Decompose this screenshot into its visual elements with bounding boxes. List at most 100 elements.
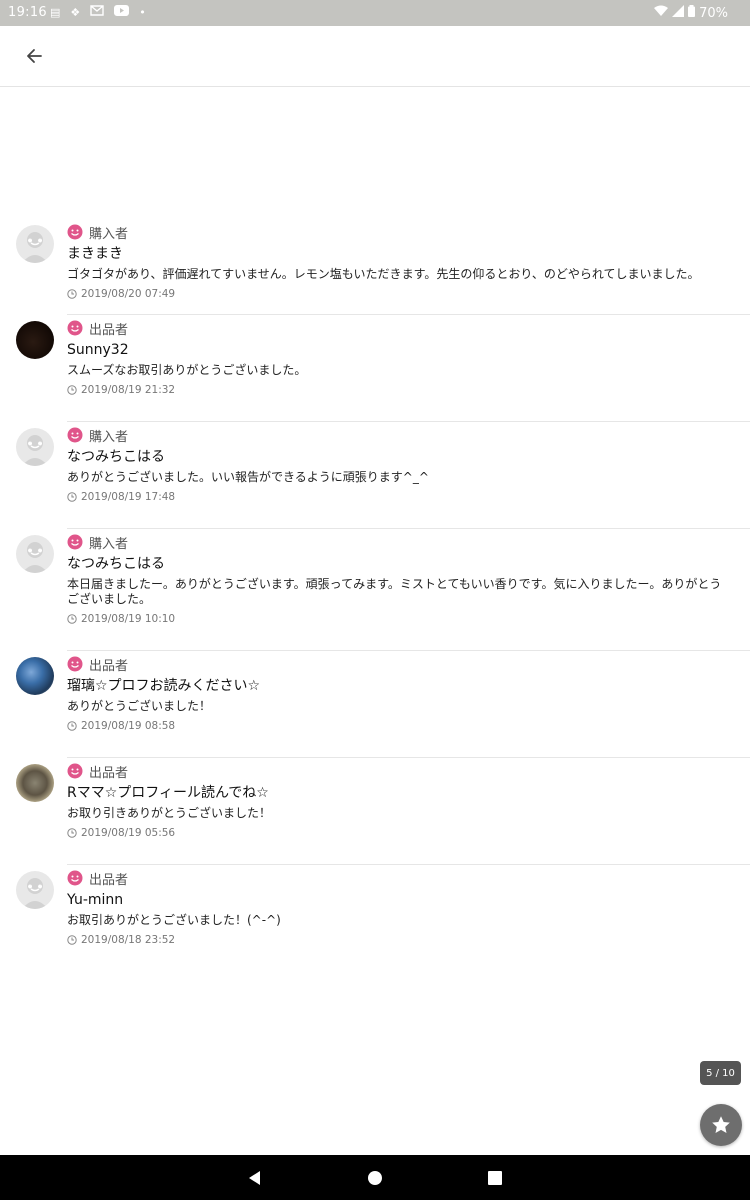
app-bar <box>0 26 750 87</box>
review-content: 購入者 なつみちこはる ありがとうございました。いい報告ができるように頑張ります… <box>67 422 750 503</box>
smiley-icon <box>67 320 83 336</box>
role-label: 出品者 <box>89 765 129 781</box>
review-content: 出品者 Sunny32 スムーズなお取引ありがとうございました。 2019/08… <box>67 315 750 396</box>
role-row: 購入者 <box>67 426 750 445</box>
wifi-icon <box>654 5 669 21</box>
arrow-left-icon <box>27 49 42 63</box>
review-date-row: 2019/08/18 23:52 <box>67 934 750 946</box>
review-message: お取り引きありがとうございました！ <box>67 806 272 820</box>
smiley-icon <box>67 427 83 443</box>
reviewer-name[interactable]: なつみちこはる <box>67 448 750 466</box>
role-label: 購入者 <box>89 429 129 445</box>
review-item: 出品者 Rママ☆プロフィール読んでね☆ お取り引きありがとうございました！ 20… <box>0 758 750 865</box>
reviewer-name[interactable]: 瑠璃☆プロフお読みください☆ <box>67 677 750 695</box>
nav-recents-button[interactable] <box>484 1167 506 1189</box>
dropbox-icon: ❖ <box>70 5 81 19</box>
role-row: 出品者 <box>67 762 750 781</box>
status-time: 19:16 <box>8 5 47 20</box>
clock-icon <box>67 492 77 502</box>
review-date-row: 2019/08/19 21:32 <box>67 384 750 396</box>
notification-icons: ▤ ❖ • <box>50 5 146 20</box>
status-bar: 19:16 ▤ ❖ • 70% <box>0 0 750 26</box>
sim-icon: ▤ <box>50 5 61 19</box>
clock-icon <box>67 614 77 624</box>
review-message: 本日届きましたー。ありがとうございます。頑張ってみます。ミストとてもいい香りです… <box>67 577 722 606</box>
signal-icon <box>672 5 685 21</box>
review-date: 2019/08/19 08:58 <box>81 720 176 732</box>
avatar[interactable] <box>16 428 54 466</box>
dot-icon: • <box>139 5 146 19</box>
mail-icon <box>90 5 104 20</box>
square-recents-icon <box>488 1171 502 1185</box>
smiley-icon <box>67 534 83 550</box>
avatar[interactable] <box>16 535 54 573</box>
review-content: 出品者 Rママ☆プロフィール読んでね☆ お取り引きありがとうございました！ 20… <box>67 758 750 839</box>
navigation-bar <box>0 1155 750 1200</box>
review-date-row: 2019/08/20 07:49 <box>67 288 750 300</box>
role-label: 購入者 <box>89 226 129 242</box>
smiley-icon <box>67 656 83 672</box>
review-content: 出品者 瑠璃☆プロフお読みください☆ ありがとうございました！ 2019/08/… <box>67 651 750 732</box>
role-row: 出品者 <box>67 319 750 338</box>
review-date-row: 2019/08/19 10:10 <box>67 613 750 625</box>
clock-icon <box>67 289 77 299</box>
avatar[interactable] <box>16 657 54 695</box>
triangle-back-icon <box>249 1171 260 1185</box>
nav-back-button[interactable] <box>244 1167 266 1189</box>
review-content: 出品者 Yu-minn お取引ありがとうございました！(^-^) 2019/08… <box>67 865 750 946</box>
status-right: 70% <box>654 5 728 21</box>
review-item: 出品者 瑠璃☆プロフお読みください☆ ありがとうございました！ 2019/08/… <box>0 651 750 758</box>
review-date-row: 2019/08/19 08:58 <box>67 720 750 732</box>
favorite-button[interactable] <box>700 1104 742 1146</box>
back-button[interactable] <box>20 42 48 70</box>
youtube-icon <box>114 5 130 20</box>
role-label: 出品者 <box>89 658 129 674</box>
review-item: 出品者 Yu-minn お取引ありがとうございました！(^-^) 2019/08… <box>0 865 750 972</box>
review-item: 購入者 まきまき ゴタゴタがあり、評価遅れてすいません。レモン塩もいただきます。… <box>0 219 750 315</box>
clock-icon <box>67 385 77 395</box>
review-content: 購入者 なつみちこはる 本日届きましたー。ありがとうございます。頑張ってみます。… <box>67 529 750 625</box>
reviewer-name[interactable]: なつみちこはる <box>67 555 750 573</box>
role-row: 購入者 <box>67 223 750 242</box>
avatar[interactable] <box>16 764 54 802</box>
nav-home-button[interactable] <box>364 1167 386 1189</box>
review-message: ゴタゴタがあり、評価遅れてすいません。レモン塩もいただきます。先生の仰るとおり、… <box>67 267 700 281</box>
role-row: 出品者 <box>67 869 750 888</box>
review-message: お取引ありがとうございました！(^-^) <box>67 913 281 927</box>
reviewer-name[interactable]: Yu-minn <box>67 891 750 909</box>
review-item: 購入者 なつみちこはる 本日届きましたー。ありがとうございます。頑張ってみます。… <box>0 529 750 651</box>
review-item: 購入者 なつみちこはる ありがとうございました。いい報告ができるように頑張ります… <box>0 422 750 529</box>
reviewer-name[interactable]: まきまき <box>67 245 750 263</box>
review-message: ありがとうございました！ <box>67 699 212 713</box>
smiley-icon <box>67 224 83 240</box>
review-date: 2019/08/19 17:48 <box>81 491 176 503</box>
battery-level: 70% <box>699 5 728 21</box>
clock-icon <box>67 828 77 838</box>
role-row: 購入者 <box>67 533 750 552</box>
role-label: 購入者 <box>89 536 129 552</box>
circle-home-icon <box>368 1171 382 1185</box>
smiley-icon <box>67 870 83 886</box>
review-date: 2019/08/20 07:49 <box>81 288 176 300</box>
role-label: 出品者 <box>89 872 129 888</box>
review-date-row: 2019/08/19 17:48 <box>67 491 750 503</box>
avatar[interactable] <box>16 225 54 263</box>
role-label: 出品者 <box>89 322 129 338</box>
clock-icon <box>67 721 77 731</box>
clock-icon <box>67 935 77 945</box>
review-message: スムーズなお取引ありがとうございました。 <box>67 363 307 377</box>
review-date: 2019/08/18 23:52 <box>81 934 176 946</box>
role-row: 出品者 <box>67 655 750 674</box>
review-list: 購入者 まきまき ゴタゴタがあり、評価遅れてすいません。レモン塩もいただきます。… <box>0 219 750 972</box>
page-indicator: 5 / 10 <box>700 1061 741 1085</box>
review-message: ありがとうございました。いい報告ができるように頑張ります^_^ <box>67 470 429 484</box>
avatar[interactable] <box>16 871 54 909</box>
reviewer-name[interactable]: Rママ☆プロフィール読んでね☆ <box>67 784 750 802</box>
smiley-icon <box>67 763 83 779</box>
reviewer-name[interactable]: Sunny32 <box>67 341 750 359</box>
review-date: 2019/08/19 21:32 <box>81 384 176 396</box>
review-date-row: 2019/08/19 05:56 <box>67 827 750 839</box>
review-content: 購入者 まきまき ゴタゴタがあり、評価遅れてすいません。レモン塩もいただきます。… <box>67 219 750 300</box>
avatar[interactable] <box>16 321 54 359</box>
star-icon <box>712 1116 730 1133</box>
